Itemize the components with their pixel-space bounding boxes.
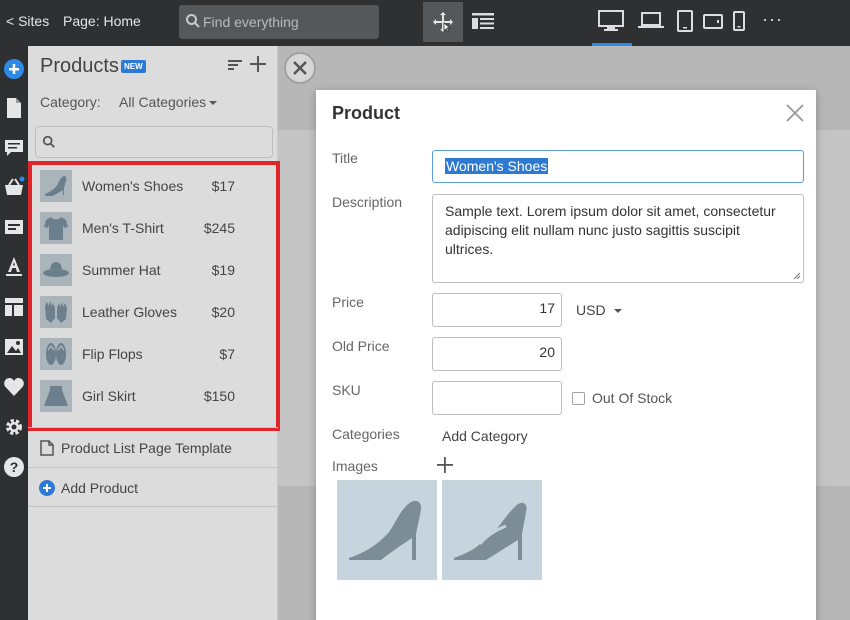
close-icon [293, 61, 307, 75]
old-price-input[interactable]: 20 [432, 337, 562, 371]
out-of-stock-label: Out Of Stock [592, 390, 673, 406]
heart-icon[interactable] [3, 376, 25, 398]
old-price-label: Old Price [332, 338, 390, 354]
title-label: Title [332, 150, 358, 166]
product-editor-dialog: Product Title Women's Shoes Description … [316, 90, 816, 620]
list-view-icon[interactable] [472, 12, 494, 32]
global-search[interactable]: Find everything [179, 5, 379, 39]
resize-handle-icon[interactable] [793, 272, 801, 280]
page-icon [40, 440, 54, 456]
search-placeholder: Find everything [203, 14, 299, 30]
chevron-down-icon [613, 309, 622, 314]
chevron-down-icon [209, 101, 218, 106]
price-input[interactable]: 17 [432, 293, 562, 327]
description-label: Description [332, 194, 403, 210]
close-icon[interactable] [786, 104, 804, 122]
product-search-input[interactable] [35, 126, 273, 158]
laptop-icon[interactable] [638, 10, 664, 32]
add-product-label: Add Product [61, 480, 139, 496]
settings-gear-icon[interactable] [3, 416, 25, 438]
product-image-thumbnail[interactable] [337, 480, 437, 580]
category-label: Category: [40, 94, 101, 110]
move-icon [433, 12, 453, 33]
left-tool-rail: ? [0, 46, 28, 620]
svg-text:?: ? [10, 459, 19, 475]
product-list-template-link[interactable]: Product List Page Template [28, 427, 278, 467]
layout-icon[interactable] [3, 296, 25, 318]
add-icon[interactable] [3, 58, 25, 80]
panel-title: Products [40, 55, 119, 77]
sku-label: SKU [332, 382, 361, 398]
category-value: All Categories [119, 94, 207, 110]
category-dropdown[interactable]: All Categories [119, 94, 218, 110]
more-options-button[interactable]: ··· [762, 9, 783, 30]
close-panel-button[interactable] [284, 52, 316, 84]
tablet-portrait-icon[interactable] [677, 10, 693, 32]
dialog-title: Product [332, 103, 401, 123]
add-product-button[interactable]: Add Product [28, 467, 278, 507]
title-input[interactable]: Women's Shoes [432, 150, 804, 183]
top-bar: < Sites Page: Home Find everything ··· [0, 0, 850, 46]
description-value: Sample text. Lorem ipsum dolor sit amet,… [445, 203, 776, 257]
old-price-value: 20 [539, 344, 555, 360]
add-product-plus-icon[interactable] [250, 56, 266, 72]
high-heel-shoe-icon [349, 500, 422, 560]
strappy-heel-shoe-icon [454, 502, 527, 560]
forms-icon[interactable] [3, 216, 25, 238]
search-icon [186, 14, 200, 28]
tablet-landscape-icon[interactable] [703, 10, 723, 32]
search-icon [42, 135, 55, 148]
currency-value: USD [576, 302, 606, 318]
text-style-icon[interactable] [3, 255, 25, 277]
description-textarea[interactable]: Sample text. Lorem ipsum dolor sit amet,… [432, 194, 804, 283]
add-circle-icon [39, 480, 55, 496]
page-selector[interactable]: Page: Home [63, 13, 141, 29]
add-image-plus-icon[interactable] [437, 457, 453, 473]
price-value: 17 [539, 300, 555, 316]
move-tool-button[interactable] [423, 2, 463, 42]
back-to-sites-link[interactable]: < Sites [6, 13, 49, 29]
sort-icon[interactable] [228, 58, 242, 72]
mobile-icon[interactable] [732, 10, 746, 32]
desktop-icon[interactable] [598, 10, 624, 32]
images-label: Images [332, 458, 378, 474]
template-link-label: Product List Page Template [61, 440, 232, 456]
currency-select[interactable]: USD [576, 302, 622, 318]
new-badge: NEW [121, 60, 146, 73]
categories-label: Categories [332, 426, 400, 442]
product-image-thumbnail[interactable] [442, 480, 542, 580]
image-icon[interactable] [3, 336, 25, 358]
add-category-link[interactable]: Add Category [442, 428, 528, 444]
store-basket-icon[interactable] [3, 176, 25, 198]
pages-icon[interactable] [3, 97, 25, 119]
product-list-highlight [28, 161, 280, 431]
price-label: Price [332, 294, 364, 310]
sku-input[interactable] [432, 381, 562, 415]
help-icon[interactable]: ? [3, 456, 25, 478]
out-of-stock-checkbox[interactable] [572, 392, 585, 405]
title-value: Women's Shoes [445, 158, 549, 174]
comments-icon[interactable] [3, 137, 25, 159]
